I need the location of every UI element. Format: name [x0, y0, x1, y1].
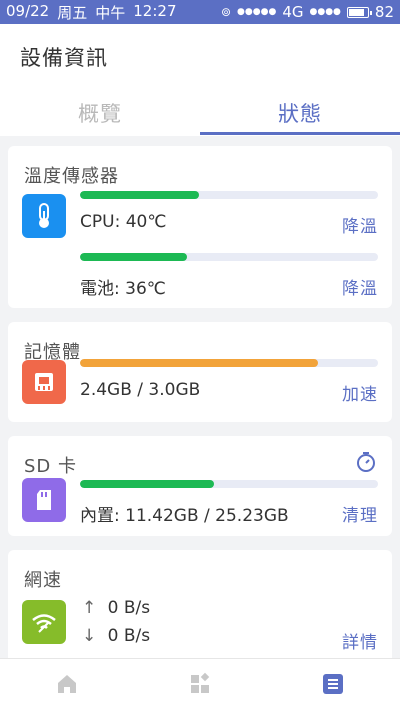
signal-dots: ●●●●●: [237, 7, 277, 17]
sdcard-bar: [80, 480, 378, 488]
details-button[interactable]: 詳情: [342, 628, 378, 653]
memory-chip-icon: [22, 360, 66, 404]
status-date: 09/22: [6, 1, 50, 20]
wifi-icon: [22, 600, 66, 644]
alarm-icon: ⊚: [220, 5, 232, 19]
sdcard-value: 內置: 11.42GB / 25.23GB: [80, 506, 289, 526]
memory-bar: [80, 359, 378, 367]
temperature-card: 溫度傳感器 CPU: 40℃ 降溫 電池: 36℃ 降溫: [8, 146, 392, 308]
status-ampm: 中午: [95, 3, 126, 22]
sdcard-fill: [80, 480, 215, 488]
tab-status[interactable]: 狀態: [200, 98, 400, 128]
upload-speed: 0 B/s: [107, 598, 151, 618]
boost-button[interactable]: 加速: [342, 380, 378, 405]
memory-value: 2.4GB / 3.0GB: [80, 380, 201, 400]
card-title: 網速: [24, 570, 62, 591]
network-card: 網速 ↑ 0 B/s ↓ 0 B/s 詳情: [8, 550, 392, 658]
home-icon[interactable]: [52, 669, 82, 699]
battery-level: 82: [374, 3, 394, 21]
battery-temp-value: 電池: 36℃: [80, 279, 166, 299]
list-icon[interactable]: [318, 669, 348, 699]
download-row: ↓ 0 B/s: [82, 626, 150, 646]
cpu-cool-button[interactable]: 降溫: [342, 212, 378, 237]
cpu-temp-fill: [80, 191, 200, 199]
memory-card: 記憶體 2.4GB / 3.0GB 加速: [8, 322, 392, 422]
cpu-temp-bar: [80, 191, 378, 199]
timer-icon[interactable]: [354, 450, 378, 474]
download-arrow-icon: ↓: [82, 626, 97, 646]
status-weekday: 周五: [57, 3, 88, 22]
status-bar: 09/22 周五 中午 12:27 ⊚ ●●●●● 4G ●●●● 82: [0, 0, 400, 24]
sdcard-card: SD 卡 內置: 11.42GB / 25.23GB 清理: [8, 436, 392, 536]
apps-icon[interactable]: [185, 669, 215, 699]
download-speed: 0 B/s: [107, 626, 151, 646]
card-title: SD 卡: [24, 456, 78, 477]
header: 設備資訊 概覽 狀態: [0, 24, 400, 136]
tab-indicator: [200, 132, 400, 135]
sd-card-icon: [22, 478, 66, 522]
bottom-navigation: [0, 658, 400, 710]
cpu-temp-value: CPU: 40℃: [80, 212, 167, 232]
upload-arrow-icon: ↑: [82, 598, 97, 618]
card-title: 溫度傳感器: [24, 166, 119, 187]
clean-button[interactable]: 清理: [342, 501, 378, 526]
battery-icon: [346, 6, 372, 18]
battery-temp-bar: [80, 253, 378, 261]
tab-overview[interactable]: 概覽: [0, 98, 200, 128]
page-title: 設備資訊: [20, 46, 108, 70]
upload-row: ↑ 0 B/s: [82, 598, 150, 618]
status-time: 12:27: [133, 1, 177, 20]
signal-dots-2: ●●●●: [309, 7, 341, 17]
battery-cool-button[interactable]: 降溫: [342, 274, 378, 299]
thermometer-icon: [22, 194, 66, 238]
battery-temp-fill: [80, 253, 188, 261]
memory-fill: [80, 359, 319, 367]
network-type: 4G: [282, 3, 304, 21]
